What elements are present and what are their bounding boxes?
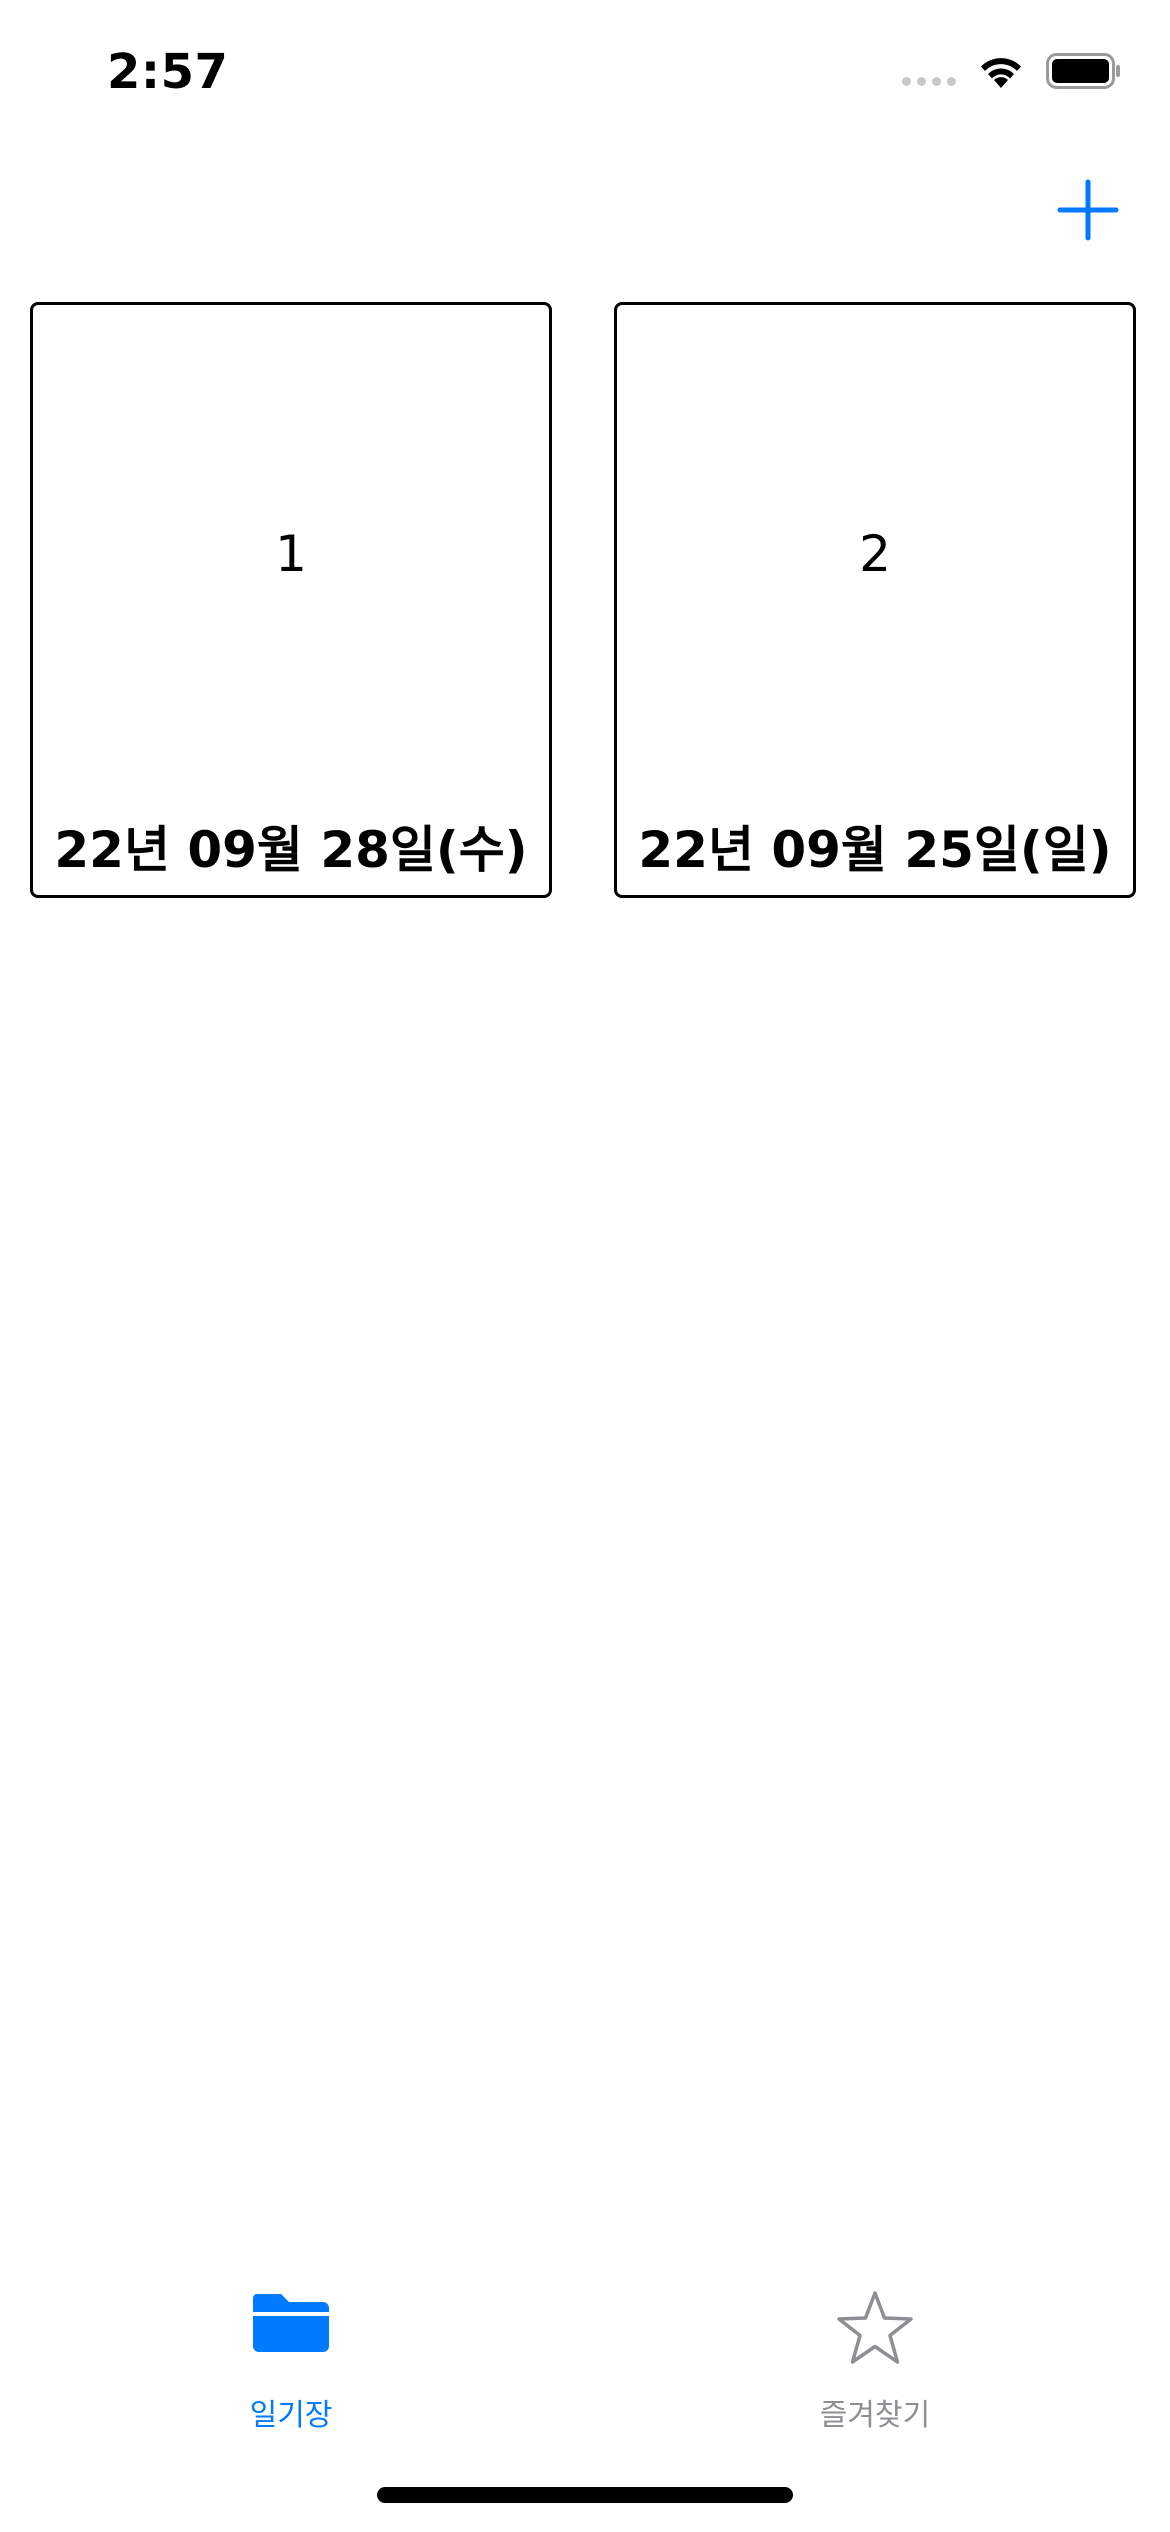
tab-diary[interactable]: 일기장: [181, 2290, 401, 2440]
diary-card-title: 2: [859, 525, 891, 583]
status-time: 2:57: [107, 44, 229, 100]
status-indicators: [902, 52, 1122, 90]
cellular-signal-icon: [902, 76, 956, 86]
diary-card[interactable]: 1 22년 09월 28일(수): [30, 302, 552, 898]
tab-favorites[interactable]: 즐겨찾기: [765, 2290, 985, 2440]
battery-icon: [1046, 53, 1122, 89]
diary-card[interactable]: 2 22년 09월 25일(일): [614, 302, 1136, 898]
plus-icon: [1057, 179, 1119, 241]
star-icon: [837, 2291, 913, 2364]
diary-card-date: 22년 09월 25일(일): [638, 821, 1112, 879]
wifi-icon: [976, 52, 1026, 90]
tab-diary-label: 일기장: [249, 2398, 333, 2433]
add-diary-button[interactable]: [1056, 178, 1120, 242]
diary-card-title: 1: [275, 525, 307, 583]
folder-icon: [253, 2294, 329, 2352]
diary-card-date: 22년 09월 28일(수): [54, 821, 528, 879]
home-indicator: [377, 2487, 793, 2503]
tab-favorites-label: 즐겨찾기: [819, 2398, 931, 2433]
